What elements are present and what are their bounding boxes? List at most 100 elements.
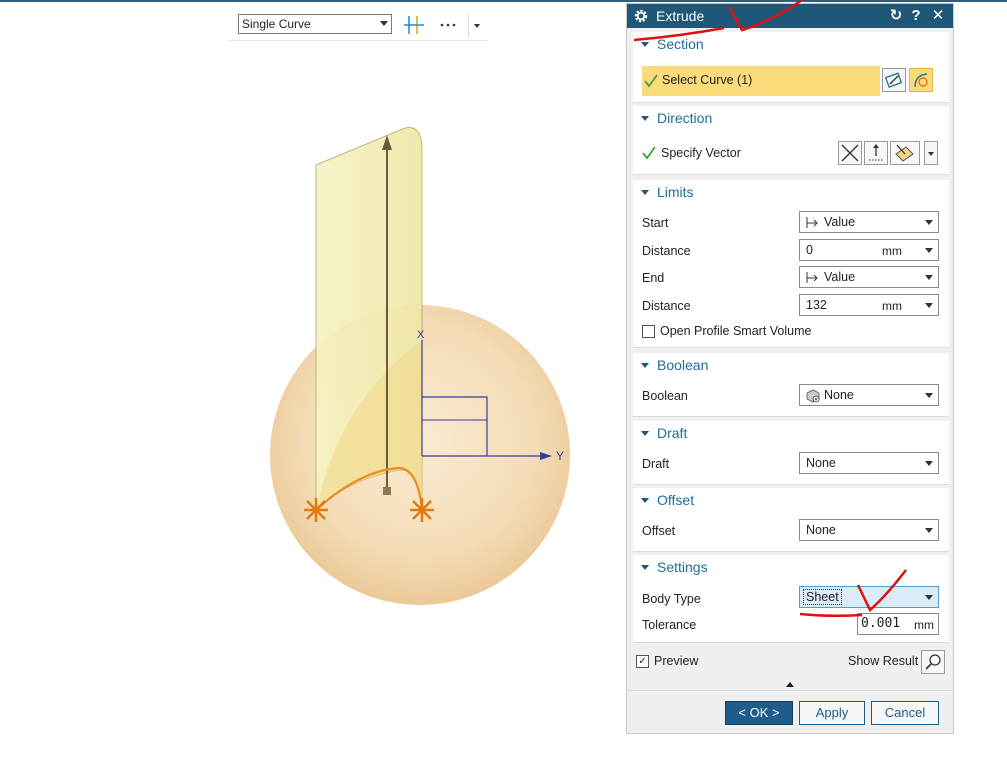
collapse-triangle-icon xyxy=(641,498,649,503)
boolean-title: Boolean xyxy=(657,357,709,373)
section-title: Section xyxy=(657,36,704,52)
ok-button[interactable]: < OK > xyxy=(725,701,793,725)
show-result-button[interactable] xyxy=(921,650,945,674)
vector-options-dropdown[interactable] xyxy=(924,141,938,165)
graphics-viewport[interactable]: Y X xyxy=(200,60,620,680)
end-value: Value xyxy=(824,270,856,284)
start-distance-unit: mm xyxy=(882,244,902,258)
dialog-title: Extrude xyxy=(656,8,705,24)
draft-dropdown[interactable]: None xyxy=(799,452,939,474)
sketch-section-button[interactable] xyxy=(882,68,906,92)
settings-group: Settings Body Type Sheet Tolerance 0.001… xyxy=(633,555,949,643)
collapse-triangle-icon xyxy=(641,431,649,436)
offset-dropdown[interactable]: None xyxy=(799,519,939,541)
end-dropdown[interactable]: Value xyxy=(799,266,939,288)
chevron-down-icon xyxy=(925,303,933,308)
boolean-dropdown[interactable]: None xyxy=(799,384,939,406)
apply-button[interactable]: Apply xyxy=(799,701,865,725)
help-icon[interactable]: ? xyxy=(907,6,925,26)
collapse-triangle-icon xyxy=(641,116,649,121)
magnifier-icon xyxy=(925,654,941,670)
start-distance-value: 0 xyxy=(806,243,813,257)
section-group: Section Select Curve (1) xyxy=(633,32,949,103)
collapse-triangle-icon xyxy=(641,42,649,47)
offset-value: None xyxy=(806,523,836,537)
chevron-down-icon xyxy=(925,220,933,225)
distance1-label: Distance xyxy=(642,244,691,258)
offset-title: Offset xyxy=(657,492,695,508)
preview-label: Preview xyxy=(654,654,699,668)
offset-label: Offset xyxy=(642,524,676,538)
collapse-triangle-icon xyxy=(641,565,649,570)
close-icon[interactable]: ✕ xyxy=(929,6,947,26)
limits-header[interactable]: Limits xyxy=(633,180,949,204)
toolbar-separator xyxy=(468,14,469,38)
direction-header[interactable]: Direction xyxy=(633,106,949,130)
inferred-vector-button[interactable] xyxy=(890,141,920,165)
chevron-down-icon xyxy=(925,248,933,253)
show-result-label: Show Result xyxy=(848,654,919,668)
end-distance-field[interactable]: 132 mm xyxy=(799,294,939,316)
chevron-down-icon xyxy=(928,152,934,156)
window-top-border xyxy=(0,0,1007,2)
collapse-up-icon[interactable] xyxy=(786,682,794,687)
chevron-down-icon xyxy=(925,528,933,533)
selection-toolbar: Single Curve xyxy=(228,6,488,41)
limit-value-icon xyxy=(806,217,818,228)
curve-selection-button[interactable] xyxy=(909,68,933,92)
draft-header[interactable]: Draft xyxy=(633,421,949,445)
reset-icon[interactable]: ↻ xyxy=(887,6,905,26)
gear-icon xyxy=(634,9,648,23)
vector-dialog-button[interactable] xyxy=(838,141,862,165)
boolean-none-icon xyxy=(806,389,820,403)
end-label: End xyxy=(642,271,665,285)
open-profile-checkbox[interactable] xyxy=(642,325,655,338)
section-header[interactable]: Section xyxy=(633,32,949,56)
chevron-down-icon xyxy=(380,21,388,26)
collapse-triangle-icon xyxy=(641,190,649,195)
offset-header[interactable]: Offset xyxy=(633,488,949,512)
intersection-snap-icon[interactable] xyxy=(402,14,426,36)
check-icon xyxy=(644,74,658,88)
start-label: Start xyxy=(642,216,669,230)
sketch-section-icon xyxy=(884,72,903,88)
start-dropdown[interactable]: Value xyxy=(799,211,939,233)
boolean-value: None xyxy=(824,388,854,402)
start-distance-field[interactable]: 0 mm xyxy=(799,239,939,261)
body-type-dropdown[interactable]: Sheet xyxy=(799,586,939,608)
toolbar-overflow-icon[interactable] xyxy=(474,24,480,28)
more-options-icon[interactable] xyxy=(436,14,460,36)
curve-endpoint-marker-icon[interactable] xyxy=(304,498,328,522)
cancel-button[interactable]: Cancel xyxy=(871,701,939,725)
curve-endpoint-marker-icon[interactable] xyxy=(410,498,434,522)
check-icon xyxy=(642,146,656,160)
end-distance-value: 132 xyxy=(806,298,827,312)
footer-divider xyxy=(627,690,953,691)
inferred-vector-icon xyxy=(895,144,914,162)
settings-header[interactable]: Settings xyxy=(633,555,949,579)
end-distance-unit: mm xyxy=(882,299,902,313)
direction-group: Direction Specify Vector xyxy=(633,106,949,175)
select-curve-row[interactable]: Select Curve (1) xyxy=(642,66,880,96)
chevron-down-icon xyxy=(925,595,933,600)
boolean-header[interactable]: Boolean xyxy=(633,353,949,377)
preview-checkbox[interactable]: ✓ xyxy=(636,655,649,668)
chevron-down-icon xyxy=(925,393,933,398)
boolean-label: Boolean xyxy=(642,389,688,403)
reverse-direction-button[interactable] xyxy=(864,141,888,165)
tolerance-label: Tolerance xyxy=(642,618,697,632)
limits-group: Limits Start Value Distance 0 mm End Val… xyxy=(633,180,949,348)
dialog-footer: ✓ Preview Show Result < OK > Apply Cance… xyxy=(627,646,953,735)
tolerance-value: 0.001 xyxy=(861,616,901,631)
dialog-titlebar: Extrude ↻ ? ✕ xyxy=(627,4,953,28)
select-curve-label: Select Curve (1) xyxy=(662,73,753,87)
vector-origin-handle[interactable] xyxy=(383,487,391,495)
body-type-value: Sheet xyxy=(803,589,842,605)
draft-group: Draft Draft None xyxy=(633,421,949,485)
selection-filter-dropdown[interactable]: Single Curve xyxy=(238,14,392,34)
limits-title: Limits xyxy=(657,184,694,200)
tolerance-field[interactable]: 0.001 mm xyxy=(857,613,939,635)
y-axis-label: Y xyxy=(556,449,564,463)
collapse-triangle-icon xyxy=(641,363,649,368)
specify-vector-label: Specify Vector xyxy=(661,146,741,160)
